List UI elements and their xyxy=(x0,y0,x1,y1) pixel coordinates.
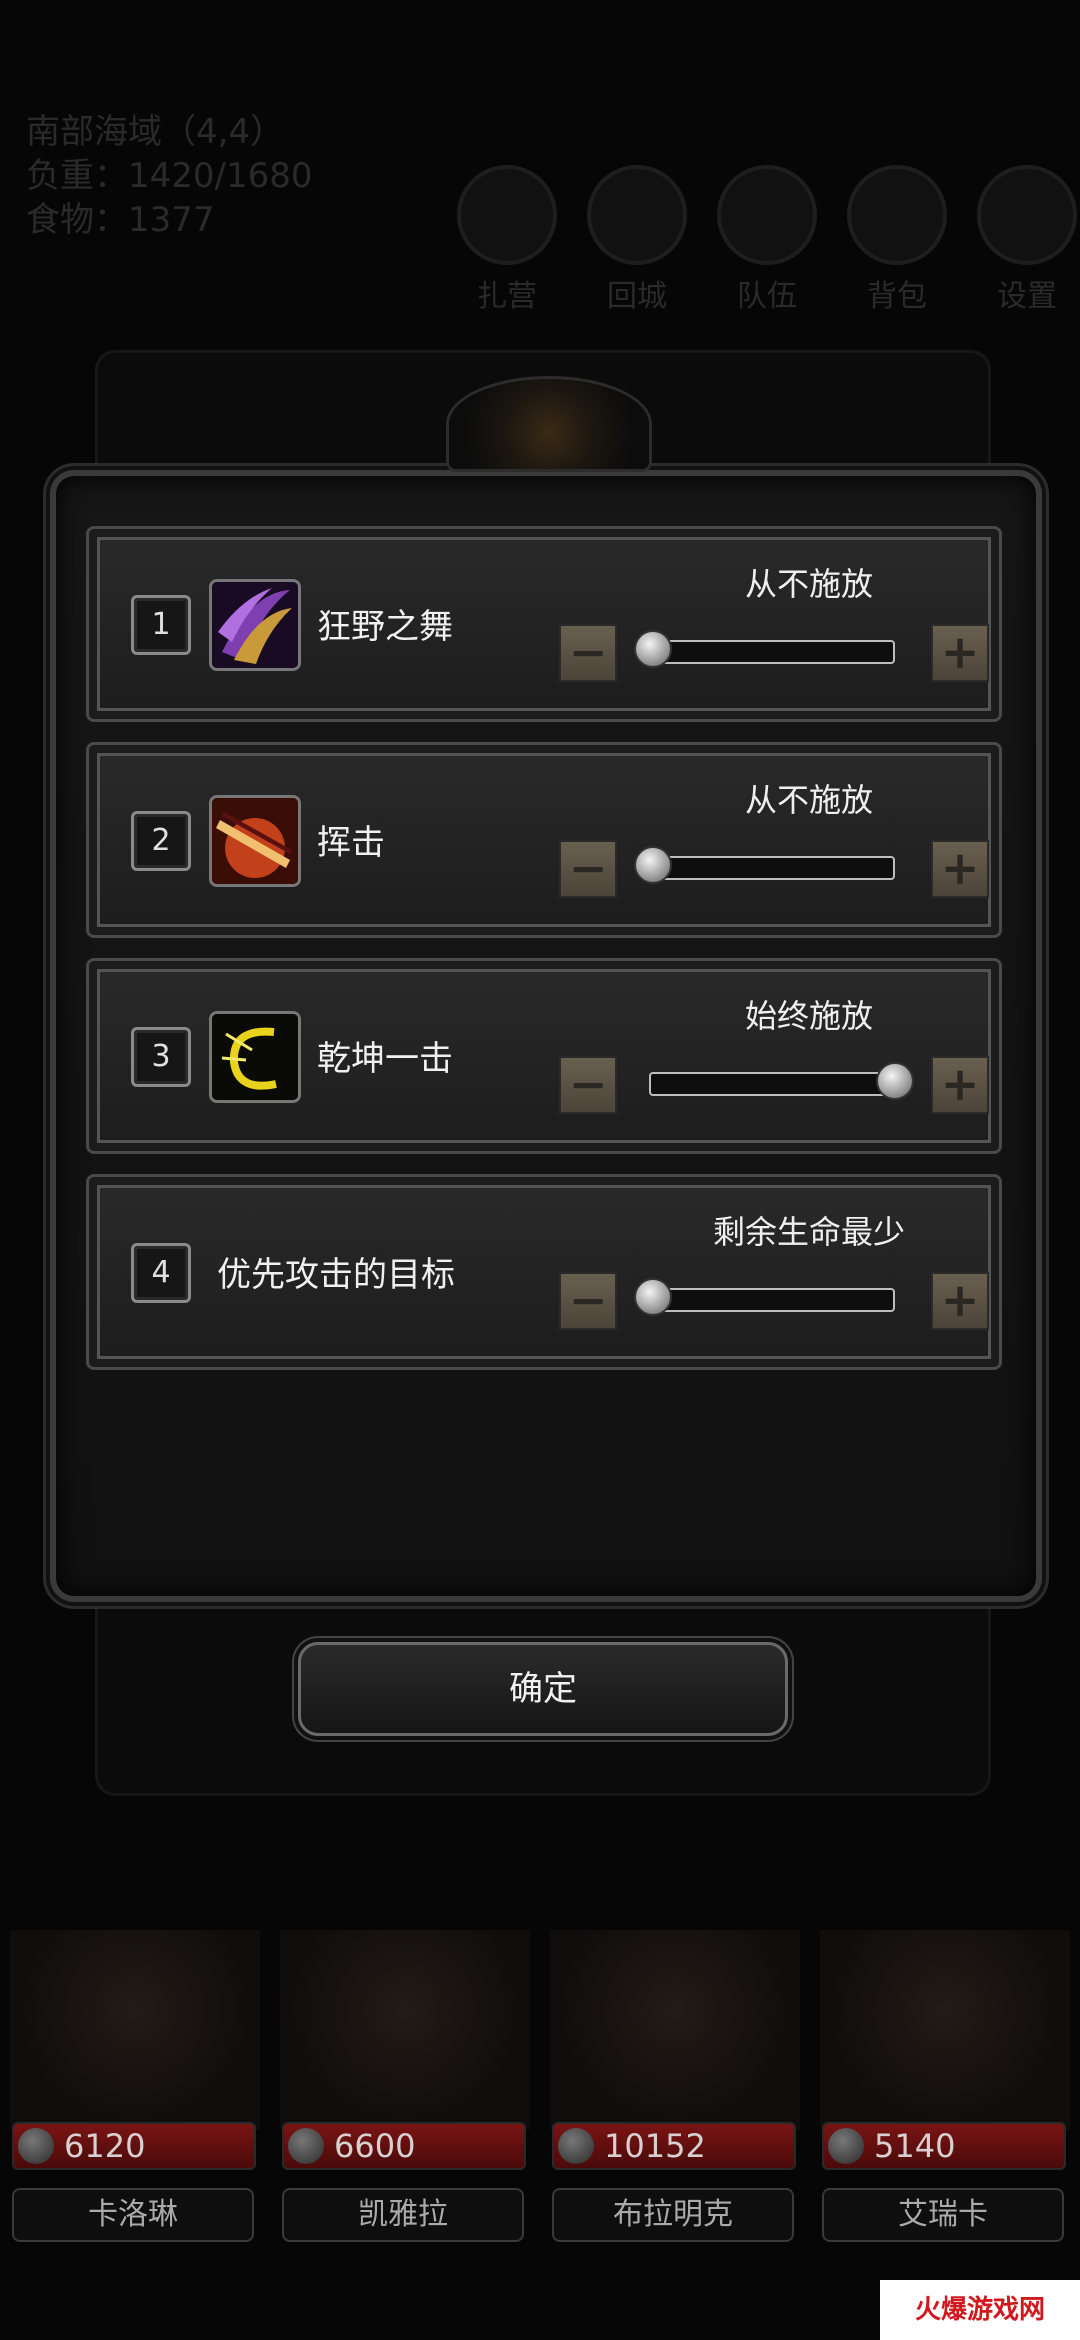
member-portrait xyxy=(820,1930,1070,2130)
slider-handle[interactable] xyxy=(634,1278,672,1316)
slider-handle[interactable] xyxy=(634,630,672,668)
site-watermark-logo: 火爆游戏网 xyxy=(880,2280,1080,2340)
decrease-button[interactable]: − xyxy=(559,840,617,898)
target-slider[interactable] xyxy=(634,1278,895,1316)
skill-row: 2 挥击 从不施放 − + xyxy=(86,742,1002,938)
hp-bar: 6120 xyxy=(12,2122,256,2170)
hud-buttons: 扎营 回城 队伍 背包 设置 xyxy=(455,165,1079,315)
decrease-button[interactable]: − xyxy=(559,624,617,682)
hp-value: 10152 xyxy=(604,2127,706,2165)
slider-handle[interactable] xyxy=(634,846,672,884)
setting-name: 优先攻击的目标 xyxy=(217,1255,455,1295)
hp-gem-icon xyxy=(288,2128,324,2164)
skill-name: 狂野之舞 xyxy=(317,607,453,647)
hp-value: 6600 xyxy=(334,2127,416,2165)
hp-gem-icon xyxy=(828,2128,864,2164)
row-index: 1 xyxy=(131,595,191,655)
team-icon xyxy=(717,165,817,265)
settings-icon xyxy=(977,165,1077,265)
row-index: 2 xyxy=(131,811,191,871)
skill-list: 1 狂野之舞 从不施放 − + 2 挥击 从不施放 − + 3 乾坤一击 始终施… xyxy=(86,526,1002,1390)
party-member[interactable]: 10152 布拉明克 xyxy=(540,1930,802,2260)
member-name: 布拉明克 xyxy=(552,2188,794,2242)
row-index: 4 xyxy=(131,1243,191,1303)
hud-button-return[interactable]: 回城 xyxy=(585,165,689,315)
slider-handle[interactable] xyxy=(876,1062,914,1100)
hp-value: 5140 xyxy=(874,2127,956,2165)
party-member[interactable]: 5140 艾瑞卡 xyxy=(810,1930,1072,2260)
hud-button-team[interactable]: 队伍 xyxy=(715,165,819,315)
cast-slider[interactable] xyxy=(634,846,895,884)
hp-value: 6120 xyxy=(64,2127,146,2165)
skill-row: 1 狂野之舞 从不施放 − + xyxy=(86,526,1002,722)
hp-gem-icon xyxy=(18,2128,54,2164)
bag-icon xyxy=(847,165,947,265)
row-index: 3 xyxy=(131,1027,191,1087)
wild-dance-skill-icon xyxy=(209,579,301,671)
member-name: 艾瑞卡 xyxy=(822,2188,1064,2242)
hp-bar: 5140 xyxy=(822,2122,1066,2170)
increase-button[interactable]: + xyxy=(931,840,989,898)
hp-bar: 6600 xyxy=(282,2122,526,2170)
load-text: 负重：1420/1680 xyxy=(26,156,313,196)
hud-button-settings[interactable]: 设置 xyxy=(975,165,1079,315)
increase-button[interactable]: + xyxy=(931,624,989,682)
party-bar: 6120 卡洛琳 6600 凯雅拉 10152 布拉明克 5140 艾瑞卡 xyxy=(0,1930,1080,2260)
cast-setting-value: 从不施放 xyxy=(744,781,873,819)
moon-ornament-icon xyxy=(446,376,652,472)
cast-setting-value: 从不施放 xyxy=(744,565,873,603)
skill-settings-dialog: 1 狂野之舞 从不施放 − + 2 挥击 从不施放 − + 3 乾坤一击 始终施… xyxy=(50,376,1042,1602)
member-name: 凯雅拉 xyxy=(282,2188,524,2242)
member-name: 卡洛琳 xyxy=(12,2188,254,2242)
cast-slider[interactable] xyxy=(634,630,895,668)
location-text: 南部海域（4,4） xyxy=(26,112,285,152)
target-priority-row: 4 优先攻击的目标 剩余生命最少 − + xyxy=(86,1174,1002,1370)
swing-strike-skill-icon xyxy=(209,795,301,887)
hud-button-bag[interactable]: 背包 xyxy=(845,165,949,315)
universe-strike-skill-icon xyxy=(209,1011,301,1103)
return-town-icon xyxy=(587,165,687,265)
member-portrait xyxy=(550,1930,800,2130)
increase-button[interactable]: + xyxy=(931,1056,989,1114)
hp-bar: 10152 xyxy=(552,2122,796,2170)
member-portrait xyxy=(10,1930,260,2130)
hud-button-camp[interactable]: 扎营 xyxy=(455,165,559,315)
decrease-button[interactable]: − xyxy=(559,1056,617,1114)
hp-gem-icon xyxy=(558,2128,594,2164)
cast-setting-value: 始终施放 xyxy=(744,997,873,1035)
camp-icon xyxy=(457,165,557,265)
food-text: 食物：1377 xyxy=(26,200,215,240)
member-portrait xyxy=(280,1930,530,2130)
party-member[interactable]: 6120 卡洛琳 xyxy=(0,1930,262,2260)
skill-name: 挥击 xyxy=(317,823,385,863)
skill-row: 3 乾坤一击 始终施放 − + xyxy=(86,958,1002,1154)
hud-info: 南部海域（4,4） 负重：1420/1680 食物：1377 xyxy=(26,110,313,242)
cast-slider[interactable] xyxy=(649,1062,914,1100)
target-setting-value: 剩余生命最少 xyxy=(712,1213,905,1251)
decrease-button[interactable]: − xyxy=(559,1272,617,1330)
party-member[interactable]: 6600 凯雅拉 xyxy=(270,1930,532,2260)
increase-button[interactable]: + xyxy=(931,1272,989,1330)
confirm-button[interactable]: 确定 xyxy=(298,1642,788,1736)
skill-name: 乾坤一击 xyxy=(317,1039,453,1079)
